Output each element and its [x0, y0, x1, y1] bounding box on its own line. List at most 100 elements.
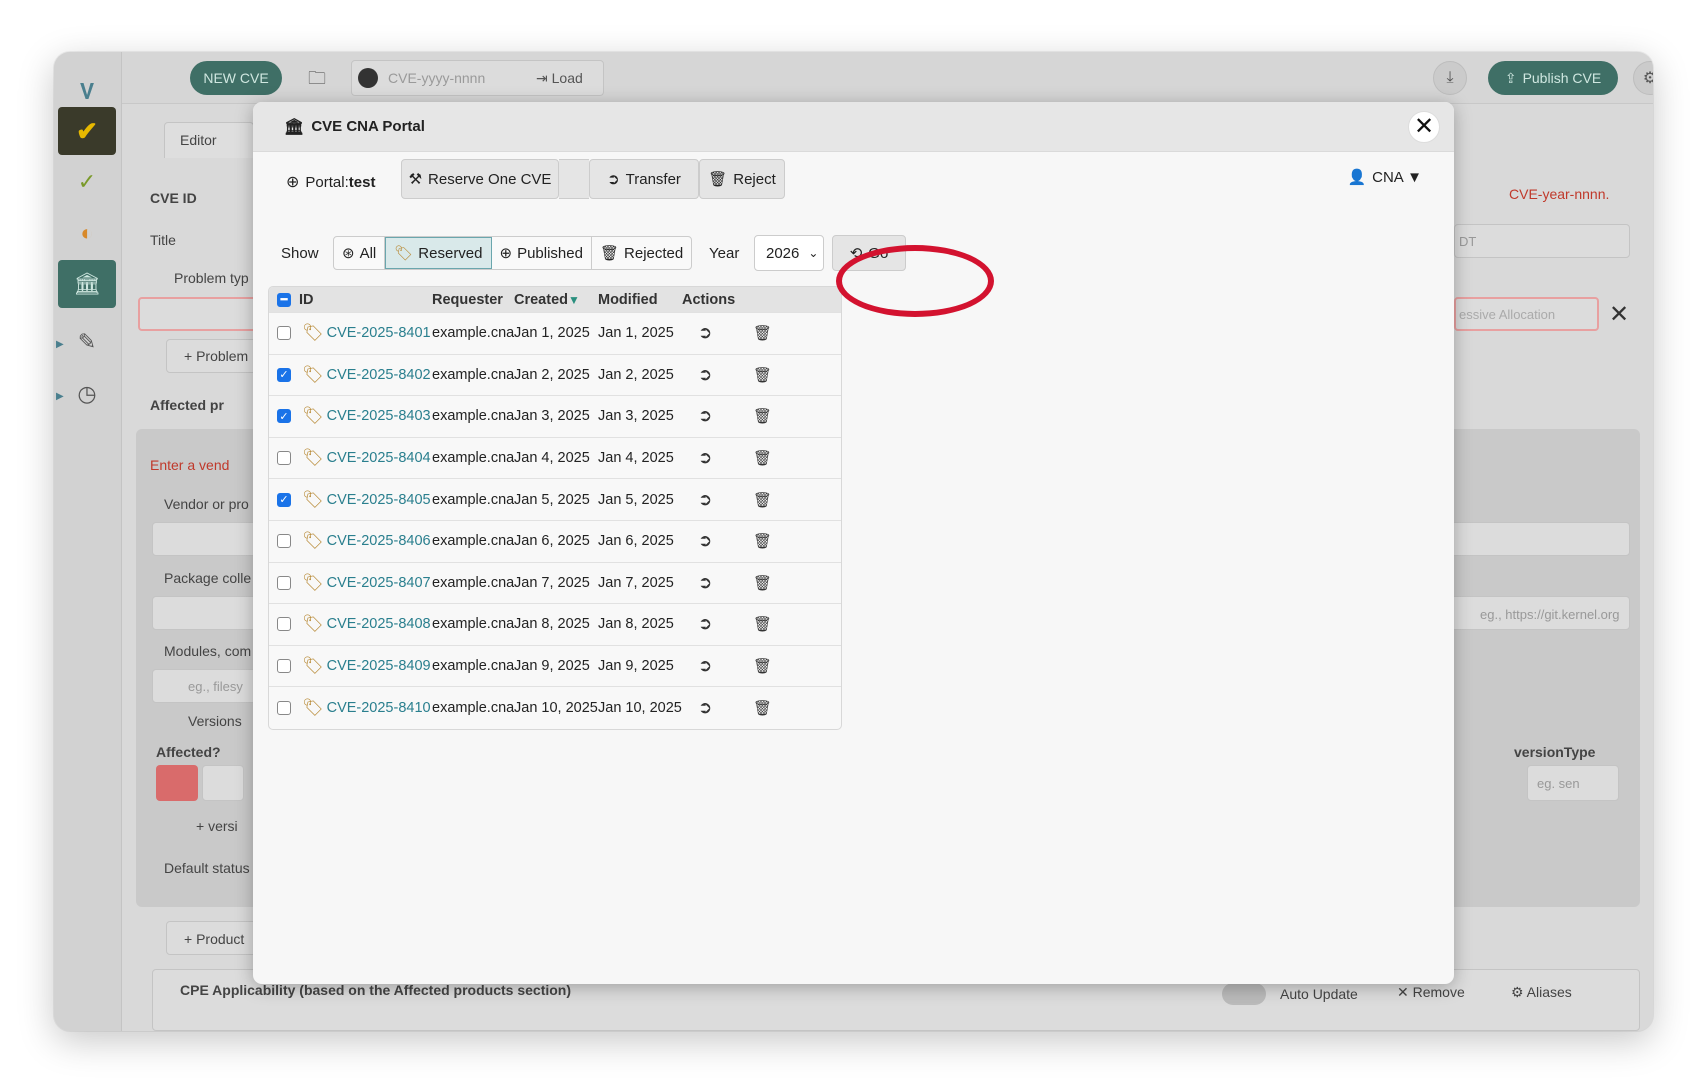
row-checkbox[interactable]: ✓ — [277, 355, 291, 396]
cna-user-menu[interactable]: 👤 CNA ▼ — [1347, 168, 1422, 187]
transfer-action-icon[interactable]: ➲ — [698, 646, 712, 687]
sidebar-item-world[interactable]: ◐ — [58, 209, 116, 257]
filter-reserved[interactable]: 🏷 Reserved — [385, 237, 492, 269]
cve-id-link[interactable]: 🏷 CVE-2025-8405 — [302, 479, 431, 520]
publish-cve-button[interactable]: ⇪ Publish CVE — [1488, 61, 1618, 95]
new-cve-button[interactable]: NEW CVE — [190, 61, 282, 95]
cve-id-link[interactable]: 🏷 CVE-2025-8406 — [302, 521, 431, 562]
transfer-action-icon[interactable]: ➲ — [698, 479, 712, 520]
cve-id-link[interactable]: 🏷 CVE-2025-8407 — [302, 563, 431, 604]
cve-id-link[interactable]: 🏷 CVE-2025-8410 — [302, 687, 431, 729]
transfer-action-icon[interactable]: ➲ — [698, 355, 712, 396]
row-checkbox[interactable] — [277, 438, 291, 479]
transfer-action-icon[interactable]: ➲ — [698, 396, 712, 437]
filter-published[interactable]: ⊕ Published — [492, 237, 592, 269]
table-row: 🏷 CVE-2025-8410 example.cna Jan 10, 2025 Jan… — [269, 687, 841, 729]
row-checkbox[interactable] — [277, 313, 291, 354]
cna-portal-modal: 🏛 CVE CNA Portal ✕ ⊕ Portal: test ⚒ Reserv… — [253, 102, 1454, 984]
reject-action-icon[interactable]: 🗑 — [753, 313, 772, 354]
col-requester[interactable]: Requester — [432, 287, 503, 312]
reserve-one-cve-button[interactable]: ⚒ Reserve One CVE — [401, 159, 559, 199]
sidebar-item-vulnogram[interactable]: ✓ — [58, 158, 116, 206]
cve-logo-icon — [358, 68, 378, 88]
row-checkbox[interactable] — [277, 604, 291, 645]
transfer-action-icon[interactable]: ➲ — [698, 604, 712, 645]
row-checkbox[interactable]: ✓ — [277, 479, 291, 520]
load-button[interactable]: ⇥ Load — [536, 70, 583, 87]
reject-action-icon[interactable]: 🗑 — [753, 687, 772, 729]
cve-id-link[interactable]: 🏷 CVE-2025-8403 — [302, 396, 431, 437]
remove-button[interactable]: ✕ Remove — [1397, 984, 1465, 1001]
reject-action-icon[interactable]: 🗑 — [753, 604, 772, 645]
close-modal-button[interactable]: ✕ — [1408, 111, 1440, 143]
transfer-action-icon[interactable]: ➲ — [698, 563, 712, 604]
sidebar-item-editor[interactable]: ✔ — [58, 107, 116, 155]
globe-icon: ⊕ — [499, 245, 513, 262]
requester-cell: example.cna — [432, 616, 515, 633]
gear-icon[interactable]: ⚙ — [1633, 61, 1653, 95]
reject-action-icon[interactable]: 🗑 — [753, 438, 772, 479]
filter-rejected[interactable]: 🗑 Rejected — [592, 237, 691, 269]
table-row: ✓ 🏷 CVE-2025-8405 example.cna Jan 5, 2025 Jan… — [269, 479, 841, 521]
transfer-action-icon[interactable]: ➲ — [698, 438, 712, 479]
reject-action-icon[interactable]: 🗑 — [753, 479, 772, 520]
cna-label: CNA ▼ — [1372, 168, 1422, 186]
cve-id-link[interactable]: 🏷 CVE-2025-8408 — [302, 604, 431, 645]
cve-id-link[interactable]: 🏷 CVE-2025-8404 — [302, 438, 431, 479]
reject-button[interactable]: 🗑 Reject — [699, 159, 785, 199]
transfer-action-icon[interactable]: ➲ — [698, 313, 712, 354]
chevron-down-icon: ⌄ — [808, 246, 819, 260]
aliases-label: Aliases — [1526, 984, 1572, 1000]
go-button[interactable]: ⟲ Go — [832, 235, 906, 271]
reject-action-icon[interactable]: 🗑 — [753, 521, 772, 562]
reject-action-icon[interactable]: 🗑 — [753, 355, 772, 396]
close-icon[interactable]: ✕ — [1609, 300, 1629, 329]
download-icon[interactable]: ⤓ — [1433, 61, 1467, 95]
col-created[interactable]: Created ▼ — [514, 287, 580, 312]
filter-all[interactable]: ⊛ All — [334, 237, 386, 269]
folder-icon[interactable]: 🗀 — [308, 66, 326, 96]
add-product-text: Product — [196, 931, 245, 947]
modified-cell: Jan 5, 2025 — [598, 491, 674, 508]
requester-cell: example.cna — [432, 491, 515, 508]
aliases-button[interactable]: ⚙ Aliases — [1511, 984, 1572, 1001]
reject-action-icon[interactable]: 🗑 — [753, 646, 772, 687]
auto-update-label: Auto Update — [1280, 986, 1358, 1002]
auto-update-toggle[interactable] — [1222, 983, 1266, 1005]
row-checkbox[interactable]: ✓ — [277, 396, 291, 437]
checkbox-unchecked — [277, 534, 291, 549]
cve-id-link[interactable]: 🏷 CVE-2025-8402 — [302, 355, 431, 396]
table-body: 🏷 CVE-2025-8401 example.cna Jan 1, 2025 Jan … — [269, 313, 841, 729]
transfer-action-icon[interactable]: ➲ — [698, 521, 712, 562]
reject-action-icon[interactable]: 🗑 — [753, 563, 772, 604]
year-select[interactable]: 2026 ⌄ — [754, 235, 824, 271]
add-version-label: + versi — [196, 818, 238, 834]
affected-status-button[interactable] — [156, 765, 198, 801]
row-checkbox[interactable] — [277, 646, 291, 687]
created-cell: Jan 4, 2025 — [514, 450, 590, 467]
sidebar-item-cna-portal[interactable]: 🏛 — [58, 260, 116, 308]
requester-cell: example.cna — [432, 325, 515, 342]
row-checkbox[interactable] — [277, 563, 291, 604]
transfer-button[interactable]: ➲ Transfer — [589, 159, 699, 199]
requester-cell: example.cna — [432, 700, 515, 717]
cve-id-input[interactable]: CVE-yyyy-nnnn — [388, 70, 526, 86]
ticket-icon: 🏷 — [302, 572, 324, 592]
col-id[interactable]: ID — [299, 287, 314, 312]
cve-id-link[interactable]: 🏷 CVE-2025-8409 — [302, 646, 431, 687]
date-input[interactable] — [1454, 224, 1630, 258]
reject-action-icon[interactable]: 🗑 — [753, 396, 772, 437]
row-checkbox[interactable] — [277, 521, 291, 562]
sidebar-item-notes[interactable]: ✎ — [58, 318, 116, 366]
select-all-checkbox[interactable]: ━ — [277, 287, 291, 312]
row-checkbox[interactable] — [277, 687, 291, 729]
modules-placeholder: eg., filesy — [188, 679, 243, 694]
cve-id-text: CVE-2025-8408 — [326, 616, 431, 633]
add-problem-label: + Problem — [184, 348, 249, 364]
col-modified[interactable]: Modified — [598, 287, 658, 312]
vendor-warning: Enter a vend — [150, 457, 230, 473]
unaffected-status-button[interactable] — [202, 765, 244, 801]
sidebar-item-history[interactable]: ◷ — [58, 370, 116, 418]
cve-id-link[interactable]: 🏷 CVE-2025-8401 — [302, 313, 431, 354]
transfer-action-icon[interactable]: ➲ — [698, 687, 712, 729]
